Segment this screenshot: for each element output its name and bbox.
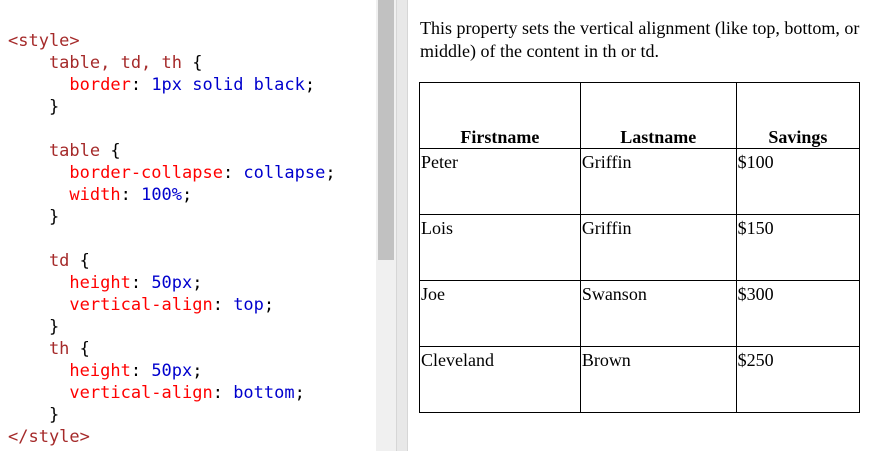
- code-line: table, td, th {: [8, 52, 336, 74]
- code-line: vertical-align: top;: [8, 294, 336, 316]
- code-value-token: 50px: [151, 361, 193, 381]
- header-lastname: Lastname: [579, 82, 737, 149]
- code-punctuation-token: :: [212, 383, 234, 403]
- cell-lastname: Swanson: [579, 280, 737, 347]
- code-punctuation-token: :: [130, 273, 152, 293]
- code-property-token: border: [8, 75, 131, 95]
- code-line: table {: [8, 140, 336, 162]
- code-line: }: [8, 96, 336, 118]
- code-punctuation-token: ;: [182, 185, 193, 205]
- table-row: Cleveland Brown $250: [419, 346, 861, 413]
- description-text: This property sets the vertical alignmen…: [420, 18, 860, 61]
- code-line: width: 100%;: [8, 184, 336, 206]
- code-property-token: border-collapse: [8, 163, 223, 183]
- code-punctuation-token: ;: [192, 273, 203, 293]
- code-punctuation-token: ;: [304, 75, 316, 95]
- code-editor-pane[interactable]: <style> table, td, th { border: 1px soli…: [0, 0, 376, 451]
- code-punctuation-token: :: [212, 295, 234, 315]
- code-punctuation-token: :: [120, 185, 142, 205]
- code-punctuation-token: {: [79, 251, 90, 271]
- cell-lastname: Griffin: [579, 148, 737, 215]
- code-punctuation-token: }: [8, 97, 60, 117]
- code-punctuation-token: }: [8, 207, 60, 227]
- table-header-row: Firstname Lastname Savings: [419, 82, 861, 149]
- code-line: </style>: [8, 426, 336, 448]
- code-selector-token: th: [8, 339, 80, 359]
- code-value-token: 100%: [141, 185, 183, 205]
- code-line: td {: [8, 250, 336, 272]
- cell-lastname: Griffin: [579, 214, 737, 281]
- cell-savings: $100: [735, 148, 861, 215]
- code-punctuation-token: }: [8, 405, 60, 425]
- cell-lastname: Brown: [579, 346, 737, 413]
- code-punctuation-token: }: [8, 317, 60, 337]
- code-line: th {: [8, 338, 336, 360]
- code-selector-token: td: [8, 251, 80, 271]
- cell-firstname: Peter: [419, 148, 581, 215]
- code-punctuation-token: ;: [263, 295, 275, 315]
- code-property-token: vertical-align: [8, 383, 213, 403]
- code-tag-token: </style>: [8, 427, 90, 447]
- tryit-editor: <style> table, td, th { border: 1px soli…: [0, 0, 870, 451]
- code-line: height: 50px;: [8, 272, 336, 294]
- header-firstname: Firstname: [419, 82, 581, 149]
- code-line: vertical-align: bottom;: [8, 382, 336, 404]
- code-selector-token: table, td, th: [8, 53, 193, 73]
- table-row: Lois Griffin $150: [419, 214, 861, 281]
- code-line: }: [8, 316, 336, 338]
- pane-divider-handle[interactable]: [396, 0, 408, 451]
- code-tag-token: <style>: [8, 31, 80, 51]
- code-property-token: vertical-align: [8, 295, 213, 315]
- code-value-token: 1px solid black: [151, 75, 305, 95]
- code-line: <style>: [8, 30, 336, 52]
- table-row: Joe Swanson $300: [419, 280, 861, 347]
- code-punctuation-token: {: [79, 339, 90, 359]
- code-line: }: [8, 404, 336, 426]
- code-line: height: 50px;: [8, 360, 336, 382]
- result-pane: This property sets the vertical alignmen…: [408, 0, 870, 451]
- code-selector-token: table: [8, 141, 111, 161]
- code-property-token: height: [8, 273, 131, 293]
- cell-savings: $150: [735, 214, 861, 281]
- result-table: Firstname Lastname Savings Peter Griffin…: [419, 82, 861, 413]
- code-punctuation-token: :: [222, 163, 244, 183]
- code-property-token: height: [8, 361, 131, 381]
- cell-firstname: Joe: [419, 280, 581, 347]
- code-punctuation-token: :: [130, 75, 152, 95]
- code-line: border-collapse: collapse;: [8, 162, 336, 184]
- code-scrollbar[interactable]: [376, 0, 396, 451]
- code-value-token: collapse: [243, 163, 326, 183]
- code-punctuation-token: ;: [294, 383, 305, 403]
- header-savings: Savings: [735, 82, 861, 149]
- cell-savings: $300: [735, 280, 861, 347]
- code-block[interactable]: <style> table, td, th { border: 1px soli…: [8, 30, 336, 448]
- cell-savings: $250: [735, 346, 861, 413]
- code-value-token: 50px: [151, 273, 193, 293]
- table-row: Peter Griffin $100: [419, 148, 861, 215]
- cell-firstname: Cleveland: [419, 346, 581, 413]
- code-punctuation-token: {: [110, 141, 121, 161]
- code-punctuation-token: :: [130, 361, 152, 381]
- code-line: border: 1px solid black;: [8, 74, 336, 96]
- code-line: }: [8, 206, 336, 228]
- code-punctuation-token: ;: [325, 163, 336, 183]
- code-punctuation-token: {: [192, 53, 203, 73]
- code-property-token: width: [8, 185, 121, 205]
- cell-firstname: Lois: [419, 214, 581, 281]
- code-value-token: top: [233, 295, 264, 315]
- code-punctuation-token: ;: [192, 361, 203, 381]
- code-value-token: bottom: [233, 383, 295, 403]
- scrollbar-thumb[interactable]: [378, 0, 394, 260]
